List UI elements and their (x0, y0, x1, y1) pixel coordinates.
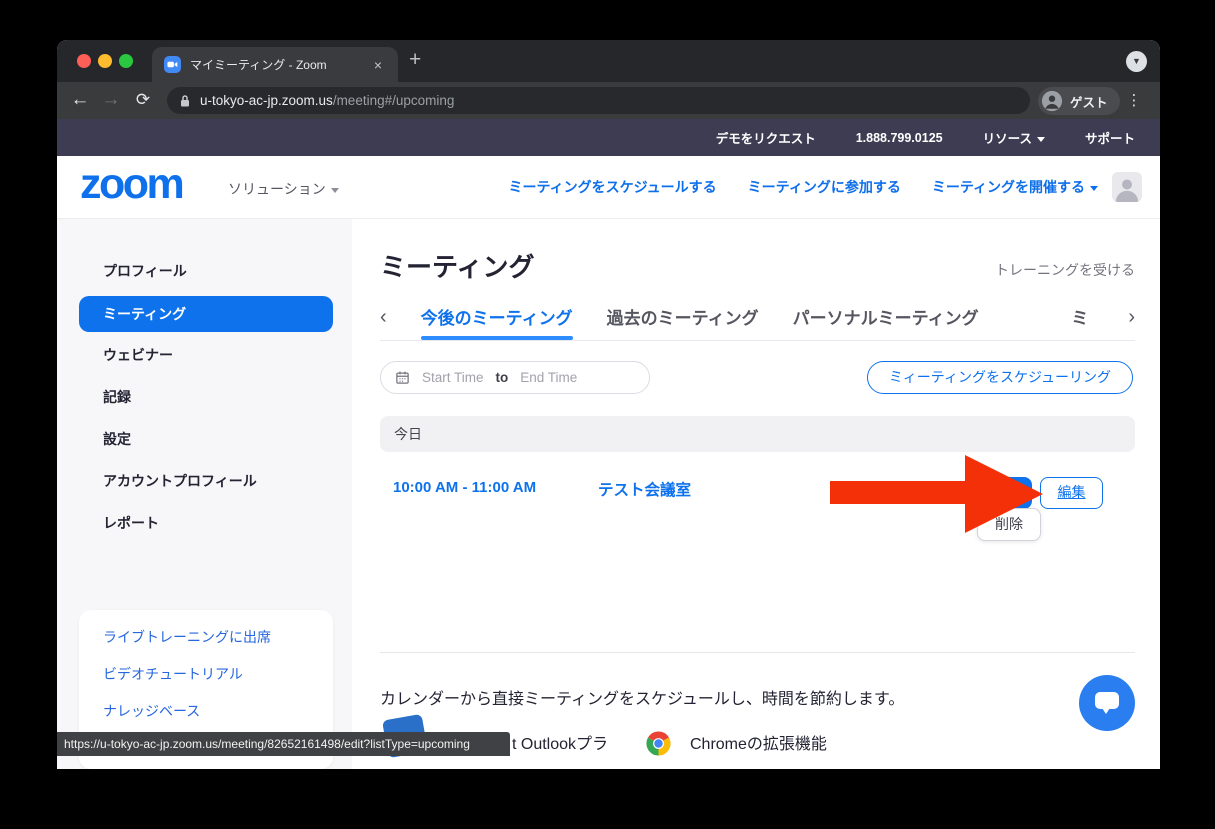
sidebar-item-recordings[interactable]: 記録 (79, 379, 333, 415)
schedule-meeting-link[interactable]: ミーティングをスケジュールする (508, 177, 716, 197)
chat-bubble-icon (1095, 692, 1119, 709)
knowledge-base-link[interactable]: ナレッジベース (79, 693, 333, 730)
zoom-favicon-icon (164, 56, 181, 73)
browser-tab[interactable]: マイミーティング - Zoom × (152, 47, 398, 82)
sidebar-item-webinars[interactable]: ウェビナー (79, 337, 333, 373)
zoom-logo[interactable]: zoom (80, 160, 182, 209)
reload-icon[interactable]: ⟳ (131, 82, 155, 119)
meeting-time: 10:00 AM - 11:00 AM (393, 479, 536, 496)
top-banner: デモをリクエスト 1.888.799.0125 リソース サポート (57, 119, 1160, 156)
sidebar-item-meetings[interactable]: ミーティング (79, 296, 333, 332)
caret-down-icon (1090, 186, 1098, 191)
url-bar[interactable]: u-tokyo-ac-jp.zoom.us/meeting#/upcoming (167, 87, 1030, 114)
group-header-today: 今日 (380, 416, 1135, 452)
tab-personal-meetings[interactable]: パーソナルミーティング (793, 300, 979, 340)
sidebar-item-account-profile[interactable]: アカウントプロフィール (79, 463, 333, 499)
outlook-plugin-label[interactable]: t Outlookプラ (512, 730, 608, 754)
sidebar: プロフィール ミーティング ウェビナー 記録 設定 アカウントプロフィール レポ… (57, 219, 352, 769)
page-body: プロフィール ミーティング ウェビナー 記録 設定 アカウントプロフィール レポ… (57, 219, 1160, 769)
browser-toolbar: ← → ⟳ u-tokyo-ac-jp.zoom.us/meeting#/upc… (57, 82, 1160, 119)
schedule-meeting-button[interactable]: ミィーティングをスケジューリング (867, 361, 1133, 394)
request-demo-link[interactable]: デモをリクエスト (716, 128, 816, 147)
red-arrow-annotation (830, 455, 1045, 538)
to-label: to (496, 370, 509, 385)
user-avatar[interactable] (1112, 172, 1142, 202)
caret-down-icon (331, 188, 339, 193)
url-host: u-tokyo-ac-jp.zoom.us (200, 93, 333, 108)
divider (380, 652, 1135, 653)
tab-upcoming-meetings[interactable]: 今後のミーティング (421, 300, 573, 340)
site-header: zoom ソリューション ミーティングをスケジュールする ミーティングに参加する… (57, 156, 1160, 219)
attend-live-training-link[interactable]: ライブトレーニングに出席 (79, 619, 333, 656)
browser-window: マイミーティング - Zoom × + ▼ ← → ⟳ u-tokyo-ac-j… (57, 40, 1160, 769)
close-window-button[interactable] (77, 54, 91, 68)
video-tutorials-link[interactable]: ビデオチュートリアル (79, 656, 333, 693)
page-title: ミーティング (380, 247, 534, 284)
minimize-window-button[interactable] (98, 54, 112, 68)
tab-close-icon[interactable]: × (370, 57, 386, 73)
browser-menu-icon[interactable]: ⋮ (1123, 82, 1145, 119)
profile-label: ゲスト (1070, 92, 1108, 111)
join-meeting-link[interactable]: ミーティングに参加する (748, 177, 901, 197)
phone-number[interactable]: 1.888.799.0125 (856, 131, 943, 145)
new-tab-button[interactable]: + (409, 48, 421, 72)
sidebar-item-settings[interactable]: 設定 (79, 421, 333, 457)
edit-button[interactable]: 編集 (1040, 477, 1103, 509)
sidebar-item-reports[interactable]: レポート (79, 505, 333, 541)
tabs-prev-icon[interactable]: ‹ (380, 300, 387, 340)
calendar-icon (395, 370, 410, 385)
meeting-tabs: ‹ 今後のミーティング 過去のミーティング パーソナルミーティング ミ › (380, 300, 1135, 341)
sidebar-item-profile[interactable]: プロフィール (79, 253, 333, 289)
tab-truncated[interactable]: ミ (1071, 300, 1088, 340)
caret-down-icon (1037, 137, 1045, 142)
tab-previous-meetings[interactable]: 過去のミーティング (607, 300, 759, 340)
url-path: /meeting#/upcoming (333, 93, 455, 108)
chrome-extension-label[interactable]: Chromeの拡張機能 (690, 730, 827, 754)
meeting-topic-link[interactable]: テスト会議室 (598, 478, 691, 500)
browser-profile-chip[interactable]: ゲスト (1038, 87, 1120, 115)
profile-person-icon (1041, 90, 1063, 112)
resources-menu[interactable]: リソース (983, 128, 1045, 147)
zoom-window-button[interactable] (119, 54, 133, 68)
host-meeting-menu[interactable]: ミーティングを開催する (932, 177, 1098, 197)
support-link[interactable]: サポート (1085, 128, 1135, 147)
end-time-placeholder[interactable]: End Time (520, 370, 577, 385)
tab-search-icon[interactable]: ▼ (1126, 51, 1147, 72)
tab-strip: マイミーティング - Zoom × + ▼ (57, 40, 1160, 82)
site-nav: ミーティングをスケジュールする ミーティングに参加する ミーティングを開催する (508, 156, 1098, 218)
solutions-menu[interactable]: ソリューション (228, 179, 339, 199)
date-range-picker[interactable]: Start Time to End Time (380, 361, 650, 394)
lock-icon (179, 94, 191, 108)
status-bar-url: https://u-tokyo-ac-jp.zoom.us/meeting/82… (57, 732, 510, 756)
forward-icon: → (99, 82, 123, 119)
tabs-next-icon[interactable]: › (1128, 300, 1135, 340)
calendar-promo-text: カレンダーから直接ミーティングをスケジュールし、時間を節約します。 (380, 685, 904, 709)
start-time-placeholder[interactable]: Start Time (422, 370, 484, 385)
tab-title: マイミーティング - Zoom (190, 56, 361, 73)
chat-fab-button[interactable] (1079, 675, 1135, 731)
get-training-link[interactable]: トレーニングを受ける (995, 260, 1135, 280)
chrome-extension-icon (644, 729, 673, 758)
back-icon[interactable]: ← (68, 82, 92, 119)
